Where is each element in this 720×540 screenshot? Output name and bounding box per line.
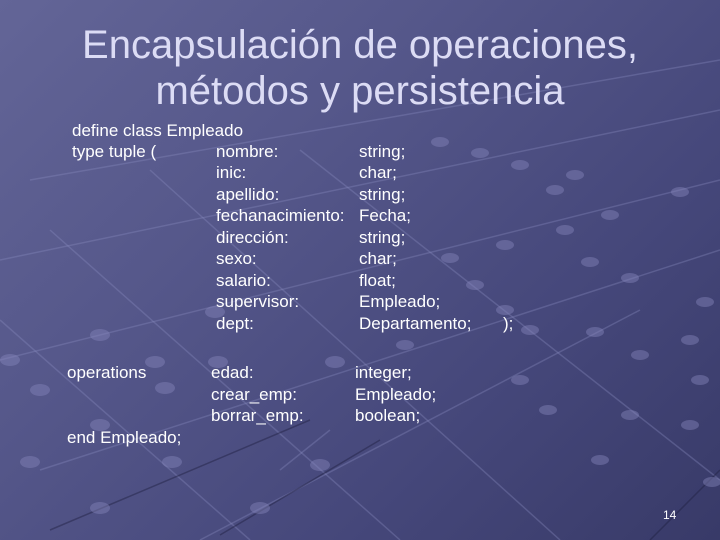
operation-name: borrar_emp: [211, 406, 304, 425]
attribute-type: string; [359, 184, 406, 204]
slide-number: 14 [663, 508, 677, 522]
operations-keyword: operations [67, 363, 147, 382]
attribute-name: inic: [216, 163, 247, 182]
attribute-type: float; [359, 270, 396, 290]
attribute-type: Departamento; [359, 313, 472, 333]
attribute-name: fechanacimiento: [216, 206, 345, 225]
operation-type: integer; [355, 363, 412, 382]
attribute-type: string; [359, 227, 406, 247]
operation-name: crear_emp: [211, 384, 297, 404]
operation-name: edad: [211, 363, 254, 382]
attribute-name: apellido: [216, 184, 280, 204]
attribute-name: nombre: [216, 141, 279, 161]
attribute-type: char; [359, 163, 397, 182]
attribute-name: dept: [216, 313, 254, 333]
slide-title-line-2: métodos y persistencia [155, 69, 565, 113]
attribute-type: char; [359, 249, 397, 268]
attribute-type: Empleado; [359, 292, 441, 311]
attribute-name: sexo: [216, 249, 257, 268]
slide-title: Encapsulación de operaciones, métodos y … [0, 22, 720, 114]
attribute-type: Fecha; [359, 206, 411, 225]
define-class-line: define class Empleado [72, 121, 244, 140]
operation-type: Empleado; [355, 384, 437, 404]
operation-type: boolean; [355, 406, 421, 425]
end-class-line: end Empleado; [67, 427, 182, 447]
slide-title-line-1: Encapsulación de operaciones, [82, 23, 638, 67]
type-tuple-keyword: type tuple ( [72, 141, 157, 161]
attribute-name: salario: [216, 270, 271, 290]
attribute-type: string; [359, 141, 406, 161]
attribute-name: dirección: [216, 227, 289, 247]
attribute-name: supervisor: [216, 292, 300, 311]
tuple-close-paren: ); [503, 313, 514, 333]
